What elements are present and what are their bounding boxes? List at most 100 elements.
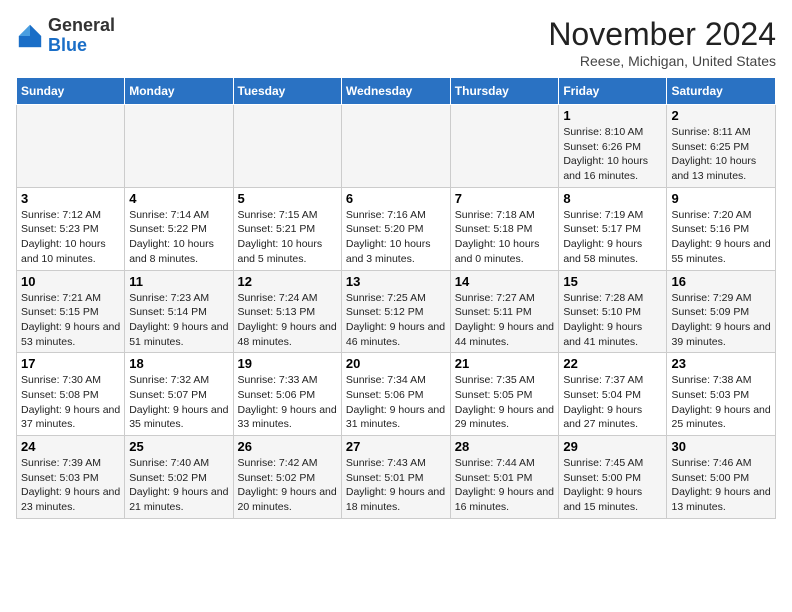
table-row: 23Sunrise: 7:38 AMSunset: 5:03 PMDayligh…: [667, 353, 776, 436]
location: Reese, Michigan, United States: [548, 53, 776, 69]
day-info: Sunrise: 7:18 AMSunset: 5:18 PMDaylight:…: [455, 208, 555, 267]
day-number: 28: [455, 439, 555, 454]
day-info: Sunrise: 7:25 AMSunset: 5:12 PMDaylight:…: [346, 291, 446, 350]
day-info: Sunrise: 7:27 AMSunset: 5:11 PMDaylight:…: [455, 291, 555, 350]
day-info: Sunrise: 7:37 AMSunset: 5:04 PMDaylight:…: [563, 373, 662, 432]
table-row: 11 Sunrise: 7:23 AMSunset: 5:14 PMDayligh…: [125, 270, 233, 353]
table-row: 14 Sunrise: 7:27 AMSunset: 5:11 PMDayligh…: [450, 270, 559, 353]
title-block: November 2024 Reese, Michigan, United St…: [548, 16, 776, 69]
table-row: 6Sunrise: 7:16 AMSunset: 5:20 PMDaylight…: [341, 187, 450, 270]
day-info: Sunrise: 7:15 AMSunset: 5:21 PMDaylight:…: [238, 208, 337, 267]
table-row: 1Sunrise: 8:10 AMSunset: 6:26 PMDaylight…: [559, 105, 667, 188]
day-number: 6: [346, 191, 446, 206]
day-number: 23: [671, 356, 771, 371]
day-info: Sunrise: 7:34 AMSunset: 5:06 PMDaylight:…: [346, 373, 446, 432]
day-info: Sunrise: 7:35 AMSunset: 5:05 PMDaylight:…: [455, 373, 555, 432]
table-row: [341, 105, 450, 188]
day-number: 27: [346, 439, 446, 454]
day-info: Sunrise: 8:11 AMSunset: 6:25 PMDaylight:…: [671, 125, 771, 184]
day-number: 2: [671, 108, 771, 123]
calendar-week-row: 24Sunrise: 7:39 AMSunset: 5:03 PMDayligh…: [17, 436, 776, 519]
day-number: 19: [238, 356, 337, 371]
day-number: 18: [129, 356, 228, 371]
calendar-header-row: Sunday Monday Tuesday Wednesday Thursday…: [17, 78, 776, 105]
table-row: 29Sunrise: 7:45 AMSunset: 5:00 PMDayligh…: [559, 436, 667, 519]
header-saturday: Saturday: [667, 78, 776, 105]
table-row: 17 Sunrise: 7:30 AMSunset: 5:08 PMDayligh…: [17, 353, 125, 436]
day-number: 13: [346, 274, 446, 289]
table-row: 22 Sunrise: 7:37 AMSunset: 5:04 PMDayligh…: [559, 353, 667, 436]
day-info: Sunrise: 7:21 AMSunset: 5:15 PMDaylight:…: [21, 291, 120, 350]
calendar-week-row: 1Sunrise: 8:10 AMSunset: 6:26 PMDaylight…: [17, 105, 776, 188]
day-number: 20: [346, 356, 446, 371]
header-tuesday: Tuesday: [233, 78, 341, 105]
day-info: Sunrise: 7:14 AMSunset: 5:22 PMDaylight:…: [129, 208, 228, 267]
day-info: Sunrise: 7:46 AMSunset: 5:00 PMDaylight:…: [671, 456, 771, 515]
header-monday: Monday: [125, 78, 233, 105]
table-row: 20 Sunrise: 7:34 AMSunset: 5:06 PMDayligh…: [341, 353, 450, 436]
table-row: 25 Sunrise: 7:40 AMSunset: 5:02 PMDayligh…: [125, 436, 233, 519]
day-info: Sunrise: 7:40 AMSunset: 5:02 PMDaylight:…: [129, 456, 228, 515]
day-info: Sunrise: 7:29 AMSunset: 5:09 PMDaylight:…: [671, 291, 771, 350]
day-info: Sunrise: 7:12 AMSunset: 5:23 PMDaylight:…: [21, 208, 120, 267]
day-number: 8: [563, 191, 662, 206]
table-row: 12 Sunrise: 7:24 AMSunset: 5:13 PMDayligh…: [233, 270, 341, 353]
day-number: 14: [455, 274, 555, 289]
day-number: 9: [671, 191, 771, 206]
header-wednesday: Wednesday: [341, 78, 450, 105]
day-info: Sunrise: 7:32 AMSunset: 5:07 PMDaylight:…: [129, 373, 228, 432]
table-row: 7 Sunrise: 7:18 AMSunset: 5:18 PMDaylight…: [450, 187, 559, 270]
day-info: Sunrise: 7:30 AMSunset: 5:08 PMDaylight:…: [21, 373, 120, 432]
day-info: Sunrise: 7:33 AMSunset: 5:06 PMDaylight:…: [238, 373, 337, 432]
table-row: 28 Sunrise: 7:44 AMSunset: 5:01 PMDayligh…: [450, 436, 559, 519]
day-number: 25: [129, 439, 228, 454]
day-info: Sunrise: 7:39 AMSunset: 5:03 PMDaylight:…: [21, 456, 120, 515]
table-row: [17, 105, 125, 188]
table-row: 13 Sunrise: 7:25 AMSunset: 5:12 PMDayligh…: [341, 270, 450, 353]
table-row: 26 Sunrise: 7:42 AMSunset: 5:02 PMDayligh…: [233, 436, 341, 519]
day-number: 12: [238, 274, 337, 289]
day-info: Sunrise: 7:20 AMSunset: 5:16 PMDaylight:…: [671, 208, 771, 267]
logo-icon: [16, 22, 44, 50]
calendar-table: Sunday Monday Tuesday Wednesday Thursday…: [16, 77, 776, 519]
table-row: 3 Sunrise: 7:12 AMSunset: 5:23 PMDaylight…: [17, 187, 125, 270]
table-row: [233, 105, 341, 188]
day-info: Sunrise: 7:24 AMSunset: 5:13 PMDaylight:…: [238, 291, 337, 350]
day-info: Sunrise: 7:23 AMSunset: 5:14 PMDaylight:…: [129, 291, 228, 350]
day-number: 1: [563, 108, 662, 123]
logo: General Blue: [16, 16, 115, 56]
month-title: November 2024: [548, 16, 776, 53]
table-row: 9 Sunrise: 7:20 AMSunset: 5:16 PMDaylight…: [667, 187, 776, 270]
day-number: 21: [455, 356, 555, 371]
day-info: Sunrise: 7:44 AMSunset: 5:01 PMDaylight:…: [455, 456, 555, 515]
day-number: 3: [21, 191, 120, 206]
logo-blue: Blue: [48, 35, 87, 55]
day-number: 5: [238, 191, 337, 206]
table-row: 2 Sunrise: 8:11 AMSunset: 6:25 PMDaylight…: [667, 105, 776, 188]
day-number: 29: [563, 439, 662, 454]
day-number: 4: [129, 191, 228, 206]
table-row: 24Sunrise: 7:39 AMSunset: 5:03 PMDayligh…: [17, 436, 125, 519]
table-row: [450, 105, 559, 188]
logo-text: General Blue: [48, 16, 115, 56]
calendar-week-row: 17 Sunrise: 7:30 AMSunset: 5:08 PMDayligh…: [17, 353, 776, 436]
table-row: 27Sunrise: 7:43 AMSunset: 5:01 PMDayligh…: [341, 436, 450, 519]
table-row: 21 Sunrise: 7:35 AMSunset: 5:05 PMDayligh…: [450, 353, 559, 436]
day-number: 17: [21, 356, 120, 371]
day-number: 22: [563, 356, 662, 371]
table-row: 16Sunrise: 7:29 AMSunset: 5:09 PMDayligh…: [667, 270, 776, 353]
day-info: Sunrise: 7:19 AMSunset: 5:17 PMDaylight:…: [563, 208, 662, 267]
day-number: 26: [238, 439, 337, 454]
day-info: Sunrise: 7:42 AMSunset: 5:02 PMDaylight:…: [238, 456, 337, 515]
day-number: 7: [455, 191, 555, 206]
day-number: 15: [563, 274, 662, 289]
day-number: 10: [21, 274, 120, 289]
table-row: 4 Sunrise: 7:14 AMSunset: 5:22 PMDaylight…: [125, 187, 233, 270]
day-info: Sunrise: 7:28 AMSunset: 5:10 PMDaylight:…: [563, 291, 662, 350]
day-number: 11: [129, 274, 228, 289]
header-sunday: Sunday: [17, 78, 125, 105]
table-row: 19 Sunrise: 7:33 AMSunset: 5:06 PMDayligh…: [233, 353, 341, 436]
table-row: 15 Sunrise: 7:28 AMSunset: 5:10 PMDayligh…: [559, 270, 667, 353]
page-header: General Blue November 2024 Reese, Michig…: [16, 16, 776, 69]
table-row: 5 Sunrise: 7:15 AMSunset: 5:21 PMDaylight…: [233, 187, 341, 270]
